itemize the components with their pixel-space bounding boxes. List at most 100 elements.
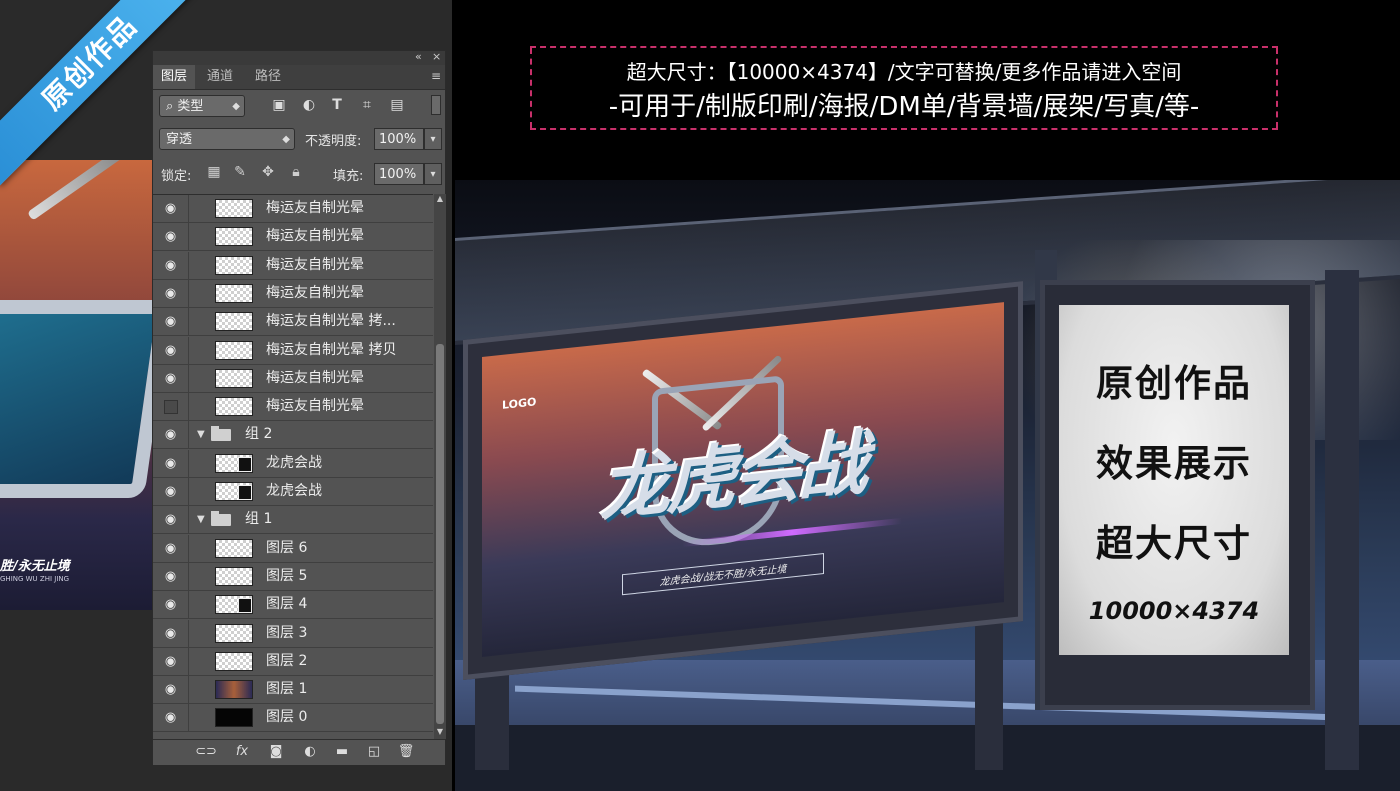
layer-name[interactable]: 龙虎会战 <box>266 450 322 477</box>
expand-group-icon[interactable]: ▼ <box>197 506 205 533</box>
layer-name[interactable]: 梅运友自制光晕 <box>266 252 364 279</box>
eye-icon[interactable]: ◉ <box>153 364 189 392</box>
image-filter-icon[interactable]: ▣ <box>269 95 289 115</box>
eye-icon[interactable]: ◉ <box>153 506 189 534</box>
eye-icon[interactable]: ◉ <box>153 647 189 675</box>
eye-icon[interactable]: ◉ <box>153 279 189 307</box>
close-panel-icon[interactable]: × <box>432 50 441 63</box>
fill-slider-toggle[interactable]: ▾ <box>424 163 442 185</box>
panel-menu-icon[interactable]: ≡ <box>431 69 441 83</box>
layer-row[interactable]: ◉ 梅运友自制光晕 <box>153 195 433 223</box>
layer-row[interactable]: 梅运友自制光晕 <box>153 393 433 422</box>
eye-icon[interactable]: ◉ <box>153 704 189 732</box>
lock-transparent-icon[interactable]: ▦ <box>205 163 223 181</box>
layer-row[interactable]: ◉ 梅运友自制光晕 <box>153 223 433 252</box>
expand-group-icon[interactable]: ▼ <box>197 421 205 448</box>
eye-icon[interactable]: ◉ <box>153 676 189 704</box>
layers-scrollbar[interactable]: ▲ ▼ <box>434 194 446 739</box>
lock-all-icon[interactable]: 🔒︎ <box>287 163 305 181</box>
eye-icon[interactable]: ◉ <box>153 308 189 336</box>
layer-name[interactable]: 梅运友自制光晕 <box>266 223 364 250</box>
shape-filter-icon[interactable]: ⌗ <box>357 95 377 115</box>
folder-icon <box>211 511 231 527</box>
opacity-input[interactable]: 100% <box>374 128 424 150</box>
eye-icon[interactable]: ◉ <box>153 449 189 477</box>
layer-row[interactable]: ◉ 图层 4 <box>153 591 433 620</box>
blend-mode-value: 穿透 <box>166 132 193 147</box>
collapse-panel-icon[interactable]: « <box>415 50 422 63</box>
layer-name[interactable]: 龙虎会战 <box>266 478 322 505</box>
eye-icon[interactable]: ◉ <box>153 336 189 364</box>
layer-name[interactable]: 图层 5 <box>266 563 307 590</box>
layer-name[interactable]: 图层 6 <box>266 535 307 562</box>
adjustment-filter-icon[interactable]: ◐ <box>299 95 319 115</box>
layer-row[interactable]: ◉ 梅运友自制光晕 <box>153 364 433 393</box>
visibility-off-icon[interactable] <box>153 393 189 421</box>
fill-input[interactable]: 100% <box>374 163 424 185</box>
layer-row[interactable]: ◉ 梅运友自制光晕 拷... <box>153 308 433 337</box>
blend-mode-dropdown[interactable]: 穿透 ◆ <box>159 128 295 150</box>
lock-image-icon[interactable]: ✎ <box>231 163 249 181</box>
scroll-up-icon[interactable]: ▲ <box>434 194 446 206</box>
adjustment-layer-icon[interactable]: ◐ <box>299 743 321 761</box>
delete-layer-icon[interactable]: 🗑︎ <box>395 743 417 761</box>
link-layers-icon[interactable]: ⊂⊃ <box>195 743 217 761</box>
poster-tagline: 胜/永无止境 <box>0 559 70 574</box>
layer-name[interactable]: 梅运友自制光晕 <box>266 195 364 222</box>
layer-row[interactable]: ◉ 龙虎会战 <box>153 478 433 506</box>
filter-toggle-switch[interactable] <box>431 95 441 115</box>
eye-icon[interactable]: ◉ <box>153 421 189 449</box>
smart-object-filter-icon[interactable]: ▤ <box>387 95 407 115</box>
layer-name[interactable]: 图层 3 <box>266 620 307 647</box>
layer-row[interactable]: ◉ 龙虎会战 <box>153 449 433 478</box>
eye-icon[interactable]: ◉ <box>153 223 189 251</box>
layer-row[interactable]: ◉ 梅运友自制光晕 拷贝 <box>153 336 433 365</box>
layer-row[interactable]: ◉ 图层 1 <box>153 676 433 705</box>
layer-name[interactable]: 图层 2 <box>266 648 307 675</box>
eye-icon[interactable]: ◉ <box>153 478 189 505</box>
layer-row[interactable]: ◉ 图层 0 <box>153 704 433 733</box>
layer-row[interactable]: ◉ 图层 2 <box>153 647 433 676</box>
layer-thumbnail <box>215 453 253 473</box>
eye-icon[interactable]: ◉ <box>153 591 189 619</box>
eye-icon[interactable]: ◉ <box>153 562 189 590</box>
lock-position-icon[interactable]: ✥ <box>259 163 277 181</box>
tab-channels[interactable]: 通道 <box>199 65 241 89</box>
new-layer-icon[interactable]: ◱ <box>363 743 385 761</box>
layer-name[interactable]: 图层 4 <box>266 591 307 618</box>
layer-name[interactable]: 图层 1 <box>266 676 307 703</box>
tab-paths[interactable]: 路径 <box>247 65 289 89</box>
tab-layers[interactable]: 图层 <box>153 65 196 89</box>
layer-group-row[interactable]: ◉ ▼ 组 1 <box>153 506 433 535</box>
layer-thumbnail <box>215 538 253 558</box>
eye-icon[interactable]: ◉ <box>153 619 189 647</box>
opacity-slider-toggle[interactable]: ▾ <box>424 128 442 150</box>
layer-name[interactable]: 梅运友自制光晕 拷贝 <box>266 337 396 364</box>
scrollbar-thumb[interactable] <box>436 344 444 724</box>
layer-name[interactable]: 梅运友自制光晕 <box>266 365 364 392</box>
layer-name[interactable]: 梅运友自制光晕 拷... <box>266 308 396 335</box>
layer-name[interactable]: 图层 0 <box>266 704 307 731</box>
layer-row[interactable]: ◉ 梅运友自制光晕 <box>153 251 433 280</box>
sword-graphic <box>27 160 123 221</box>
layer-name[interactable]: 梅运友自制光晕 <box>266 280 364 307</box>
eye-icon[interactable]: ◉ <box>153 251 189 279</box>
scroll-down-icon[interactable]: ▼ <box>434 727 446 739</box>
layer-row[interactable]: ◉ 图层 3 <box>153 619 433 648</box>
layer-thumbnail <box>215 312 253 332</box>
filter-kind-dropdown[interactable]: ⌕ 类型 ◆ <box>159 95 245 117</box>
layer-row[interactable]: ◉ 图层 6 <box>153 534 433 563</box>
layer-name[interactable]: 梅运友自制光晕 <box>266 393 364 420</box>
add-mask-icon[interactable]: ◙ <box>265 743 287 761</box>
eye-icon[interactable]: ◉ <box>153 534 189 562</box>
layer-row[interactable]: ◉ 梅运友自制光晕 <box>153 279 433 308</box>
new-group-icon[interactable]: ▬ <box>331 743 353 761</box>
layer-thumbnail <box>215 566 253 586</box>
fx-icon[interactable]: fx <box>231 743 253 761</box>
layers-panel: « × 图层 通道 路径 ≡ ⌕ 类型 ◆ ▣ ◐ T ⌗ ▤ 穿透 ◆ 不透明… <box>152 50 446 765</box>
layer-row[interactable]: ◉ 图层 5 <box>153 562 433 591</box>
type-filter-icon[interactable]: T <box>327 95 347 115</box>
layer-group-row[interactable]: ◉ ▼ 组 2 <box>153 421 433 450</box>
eye-icon[interactable]: ◉ <box>153 195 189 222</box>
group-name: 组 2 <box>245 426 273 443</box>
